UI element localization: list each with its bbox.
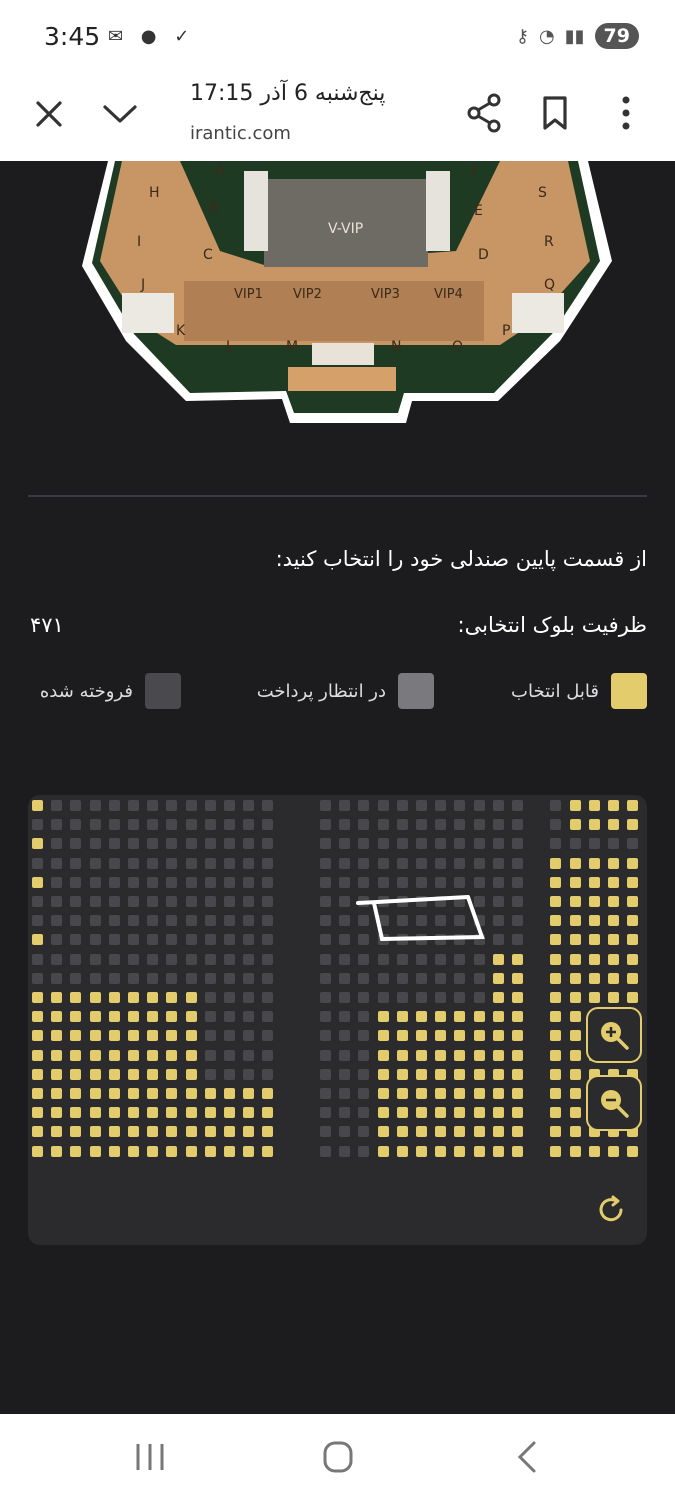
legend-available-label: قابل انتخاب <box>511 680 599 702</box>
status-bar: 3:45 ✉ ● ✓ ⚷ ◔ ▮▮ 79 <box>0 0 675 75</box>
zoom-in-button[interactable] <box>586 1007 642 1063</box>
status-time: 3:45 <box>44 22 101 51</box>
notification-icons: ✉ ● ✓ <box>108 26 196 47</box>
legend-pending-label: در انتظار پرداخت <box>256 680 386 702</box>
refresh-icon <box>599 1195 623 1222</box>
more-options-icon[interactable] <box>614 93 638 137</box>
battery-badge: 79 <box>594 23 639 49</box>
selection-mark <box>356 895 485 942</box>
browser-toolbar: پنج‌شنبه 6 آذر 17:15 irantic.com <box>0 75 675 162</box>
back-icon[interactable] <box>512 1440 542 1478</box>
pending-swatch <box>398 673 434 709</box>
instruction-text: از قسمت پایین صندلی خود را انتخاب کنید: <box>275 547 647 571</box>
page-title: پنج‌شنبه 6 آذر 17:15 <box>190 81 386 106</box>
reset-view-button[interactable] <box>594 1193 628 1231</box>
legend-available: قابل انتخاب <box>511 673 647 709</box>
capacity-value: ۴۷۱ <box>30 613 64 637</box>
page-url[interactable]: irantic.com <box>190 123 291 144</box>
home-icon[interactable] <box>322 1440 354 1478</box>
bookmark-icon[interactable] <box>540 95 570 135</box>
signal-icon: ▮▮ <box>564 25 585 47</box>
legend-sold: فروخته شده <box>40 673 181 709</box>
wifi-icon: ◔ <box>539 25 555 47</box>
recent-apps-icon[interactable] <box>132 1442 168 1476</box>
zoom-in-icon <box>601 1022 629 1050</box>
status-right: ⚷ ◔ ▮▮ 79 <box>516 23 639 49</box>
zoom-out-icon <box>601 1090 629 1118</box>
legend-pending: در انتظار پرداخت <box>257 673 434 709</box>
available-swatch <box>611 673 647 709</box>
zoom-out-button[interactable] <box>586 1075 642 1131</box>
seat-grid[interactable] <box>28 795 647 1245</box>
system-nav-bar <box>0 1414 675 1500</box>
venue-map[interactable] <box>0 161 675 431</box>
key-icon: ⚷ <box>515 25 530 47</box>
chevron-down-icon[interactable] <box>100 97 140 135</box>
close-icon[interactable] <box>32 97 66 135</box>
share-icon[interactable] <box>466 93 504 137</box>
legend-sold-label: فروخته شده <box>39 680 133 702</box>
main-content: V-VIP H B A I C J K L M F S E R D Q P O … <box>0 161 675 1414</box>
capacity-label: ظرفیت بلوک انتخابی: <box>457 613 647 637</box>
divider <box>28 495 647 497</box>
sold-swatch <box>145 673 181 709</box>
